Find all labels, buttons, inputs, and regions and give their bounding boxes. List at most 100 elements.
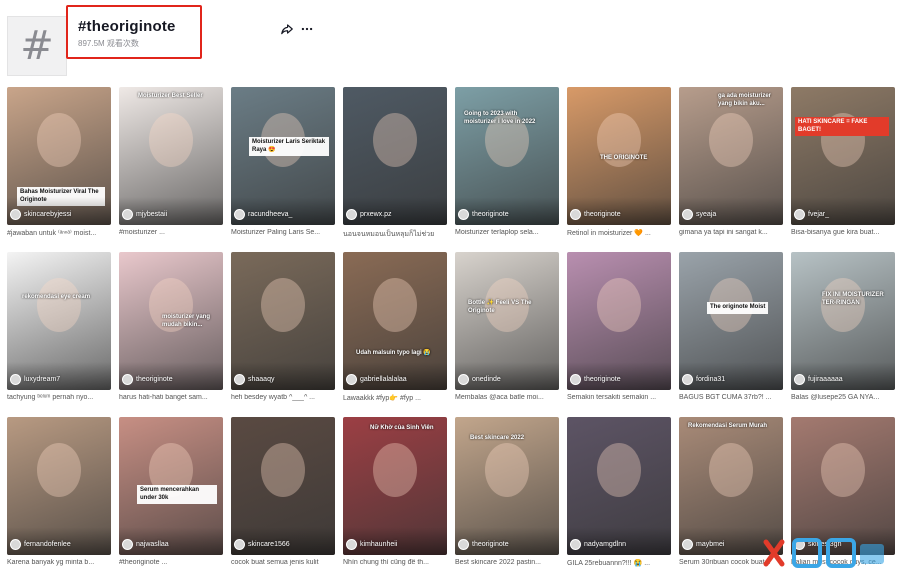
video-author[interactable]: fordina31 — [682, 374, 725, 385]
video-description[interactable]: #theoriginote ... — [119, 559, 223, 566]
video-card[interactable]: HATI SKINCARE = FAKE BAGET! fvejar_ Bisa-b… — [791, 87, 895, 242]
video-description[interactable]: นอนจนหมอนเป็นหลุมก็ไม่ช่วย — [343, 229, 447, 240]
video-description[interactable]: GILA 25rebuannn?!!! 😭 ... — [567, 559, 671, 567]
video-description[interactable]: Nhìn chung thì cũng để th... — [343, 559, 447, 566]
video-card[interactable]: prxewx.pz นอนจนหมอนเป็นหลุมก็ไม่ช่วย — [343, 87, 447, 242]
video-card[interactable]: Bottle ✨ Feeli VS The Originote onedinde M… — [455, 252, 559, 407]
video-card[interactable]: Best skincare 2022 theoriginote Best skinc… — [455, 417, 559, 572]
video-description[interactable]: BAGUS BGT CUMA 37rb?! ... — [679, 394, 783, 401]
video-card[interactable]: Nữ Khờ của Sinh Viên kimhaunheii Nhìn chun… — [343, 417, 447, 572]
video-description[interactable]: #jawaban untuk ⁽ᵃⁿⁿᵃ⁾ moist... — [7, 229, 111, 237]
share-icon[interactable] — [280, 22, 294, 36]
video-thumbnail[interactable]: rekomendasi eye cream luxydream7 — [7, 252, 111, 390]
video-author[interactable]: theoriginote — [458, 539, 509, 550]
video-author[interactable]: theoriginote — [122, 374, 173, 385]
video-description[interactable]: Bisa-bisanya gue kira buat... — [791, 229, 895, 236]
video-author[interactable]: kimhaunheii — [346, 539, 397, 550]
video-author[interactable]: fvejar_ — [794, 209, 829, 220]
video-author[interactable]: theoriginote — [570, 374, 621, 385]
video-thumbnail[interactable]: prxewx.pz — [343, 87, 447, 225]
video-description[interactable]: #moisturizer ... — [119, 229, 223, 236]
video-description[interactable]: gimana ya tapi ini sangat k... — [679, 229, 783, 236]
video-description[interactable]: Retinol in moisturizer 🧡 ... — [567, 229, 671, 237]
video-author[interactable]: shaaaqy — [234, 374, 274, 385]
video-author[interactable]: skincare1566 — [234, 539, 290, 550]
video-card[interactable]: Moisturizer Best Seller mjybestaii #moistu… — [119, 87, 223, 242]
video-author[interactable]: prxewx.pz — [346, 209, 392, 220]
video-author[interactable]: maybmei — [682, 539, 724, 550]
video-card[interactable]: fernandofenlee Karena banyak yg minta b..… — [7, 417, 111, 572]
video-description[interactable]: Balas @lusepe25 GA NYA... — [791, 394, 895, 401]
video-card[interactable]: ga ada moisturizer yang bikin aku... syea… — [679, 87, 783, 242]
video-thumbnail[interactable]: HATI SKINCARE = FAKE BAGET! fvejar_ — [791, 87, 895, 225]
video-thumbnail[interactable]: nadyamgdlnn — [567, 417, 671, 555]
video-description[interactable]: Kalian most cocok guys, ce... — [791, 559, 895, 566]
video-author[interactable]: fernandofenlee — [10, 539, 71, 550]
video-author[interactable]: theoriginote — [458, 209, 509, 220]
video-thumbnail[interactable]: Going to 2023 with moisturizer i love in… — [455, 87, 559, 225]
video-card[interactable]: Going to 2023 with moisturizer i love in… — [455, 87, 559, 242]
video-thumbnail[interactable]: skinest3gn — [791, 417, 895, 555]
video-description[interactable]: Serum 30ribuan cocok buat... — [679, 559, 783, 566]
video-thumbnail[interactable]: Moisturizer Laris Seriktak Raya 😍 racundh… — [231, 87, 335, 225]
video-card[interactable]: THE ORIGINOTE theoriginote Retinol in mois… — [567, 87, 671, 242]
video-author[interactable]: nadyamgdlnn — [570, 539, 626, 550]
video-author[interactable]: skinest3gn — [794, 539, 841, 550]
video-card[interactable]: Moisturizer Laris Seriktak Raya 😍 racundh… — [231, 87, 335, 242]
video-thumbnail[interactable]: moisturizer yang mudah bikin... theorigin… — [119, 252, 223, 390]
video-description[interactable]: Karena banyak yg minta b... — [7, 559, 111, 566]
video-thumbnail[interactable]: Bahas Moisturizer Viral The Originoteski… — [7, 87, 111, 225]
video-thumbnail[interactable]: FIX INI MOISTURIZER TER-RINGAN fujiraaaaa… — [791, 252, 895, 390]
video-thumbnail[interactable]: shaaaqy — [231, 252, 335, 390]
video-author[interactable]: theoriginote — [570, 209, 621, 220]
video-thumbnail[interactable]: ga ada moisturizer yang bikin aku... syea… — [679, 87, 783, 225]
video-description[interactable]: Moisturizer Paling Laris Se... — [231, 229, 335, 236]
video-thumbnail[interactable]: Serum mencerahkan under 30k najwasllaa — [119, 417, 223, 555]
more-icon[interactable] — [300, 22, 314, 36]
video-card[interactable]: The originote Moist fordina31 BAGUS BGT CU… — [679, 252, 783, 407]
video-card[interactable]: moisturizer yang mudah bikin... theorigin… — [119, 252, 223, 407]
video-author[interactable]: racundheeva_ — [234, 209, 292, 220]
video-thumbnail[interactable]: Moisturizer Best Seller mjybestaii — [119, 87, 223, 225]
video-description[interactable]: cocok buat semua jenis kulit — [231, 559, 335, 566]
video-author[interactable]: gabriellalalalaa — [346, 374, 407, 385]
video-author[interactable]: skincarebyjessi — [10, 209, 71, 220]
video-thumbnail[interactable]: fernandofenlee — [7, 417, 111, 555]
video-thumbnail[interactable]: Rekomendasi Serum Murah maybmei — [679, 417, 783, 555]
video-card[interactable]: skinest3gn Kalian most cocok guys, ce... — [791, 417, 895, 572]
video-card[interactable]: Serum mencerahkan under 30k najwasllaa #th… — [119, 417, 223, 572]
video-thumbnail[interactable]: theoriginote — [567, 252, 671, 390]
video-author[interactable]: mjybestaii — [122, 209, 167, 220]
video-card[interactable]: shaaaqy hefi besdey wyatb ^___^ ... — [231, 252, 335, 407]
video-description[interactable]: tachyung ᵇᵉˡᵘᵐ pernah nyo... — [7, 394, 111, 401]
video-thumbnail[interactable]: THE ORIGINOTE theoriginote — [567, 87, 671, 225]
video-card[interactable]: Rekomendasi Serum Murah maybmei Serum 30ri… — [679, 417, 783, 572]
video-description[interactable]: Lawaakkk #fyp👉 #fyp ... — [343, 394, 447, 402]
video-description[interactable]: Best skincare 2022 pastin... — [455, 559, 559, 566]
video-thumbnail[interactable]: Best skincare 2022 theoriginote — [455, 417, 559, 555]
video-card[interactable]: theoriginote Semakin tersakiti semakin ..… — [567, 252, 671, 407]
video-description[interactable]: Semakin tersakiti semakin ... — [567, 394, 671, 401]
video-description[interactable]: hefi besdey wyatb ^___^ ... — [231, 394, 335, 401]
video-card[interactable]: skincare1566 cocok buat semua jenis kulit — [231, 417, 335, 572]
video-card[interactable]: Udah malsuin typo lagi 😭 gabriellalalalaa… — [343, 252, 447, 407]
video-description[interactable]: harus hati-hati banget sam... — [119, 394, 223, 401]
video-card[interactable]: rekomendasi eye cream luxydream7 tachyung … — [7, 252, 111, 407]
video-author[interactable]: luxydream7 — [10, 374, 60, 385]
video-author[interactable]: fujiraaaaaa — [794, 374, 843, 385]
video-card[interactable]: FIX INI MOISTURIZER TER-RINGAN fujiraaaaa… — [791, 252, 895, 407]
video-description[interactable]: Membalas @aca batle moi... — [455, 394, 559, 401]
video-description[interactable]: Moisturizer terlaplop sela... — [455, 229, 559, 236]
video-thumbnail[interactable]: Bottle ✨ Feeli VS The Originote onedinde — [455, 252, 559, 390]
video-thumbnail[interactable]: Nữ Khờ của Sinh Viên kimhaunheii — [343, 417, 447, 555]
video-author[interactable]: onedinde — [458, 374, 501, 385]
video-thumbnail[interactable]: The originote Moist fordina31 — [679, 252, 783, 390]
thumbnail-subject — [709, 113, 753, 167]
video-author[interactable]: najwasllaa — [122, 539, 169, 550]
video-card[interactable]: Bahas Moisturizer Viral The Originoteski… — [7, 87, 111, 242]
author-name: onedinde — [472, 376, 501, 383]
video-thumbnail[interactable]: skincare1566 — [231, 417, 335, 555]
video-thumbnail[interactable]: Udah malsuin typo lagi 😭 gabriellalalalaa — [343, 252, 447, 390]
video-author[interactable]: syeaja — [682, 209, 716, 220]
video-card[interactable]: nadyamgdlnn GILA 25rebuannn?!!! 😭 ... — [567, 417, 671, 572]
